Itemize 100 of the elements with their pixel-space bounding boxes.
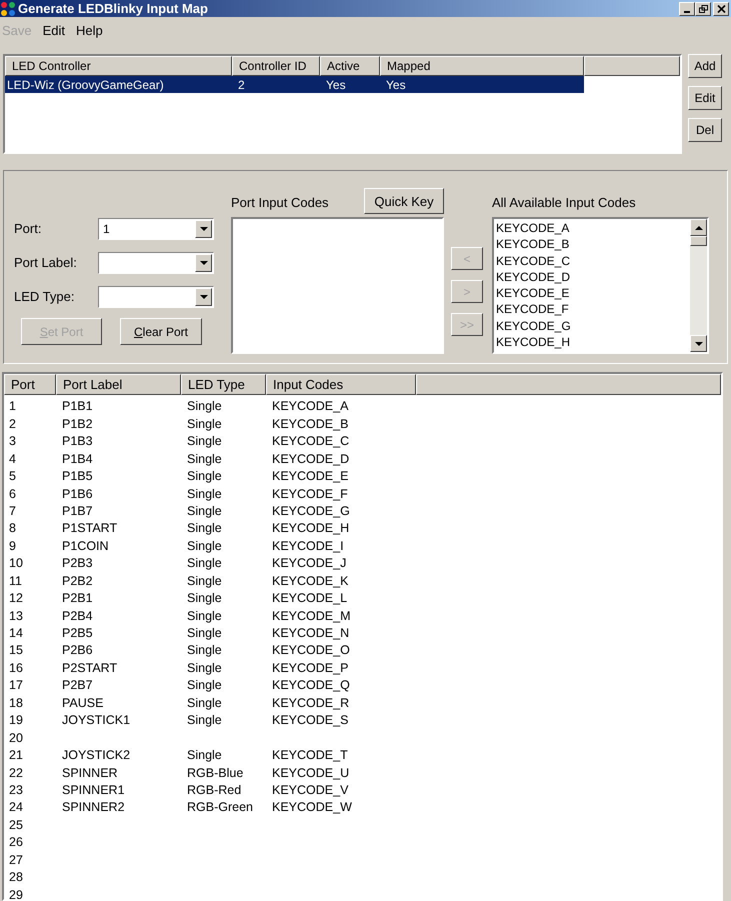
- list-item[interactable]: KEYCODE_C: [496, 252, 690, 269]
- controller-button[interactable]: Del: [688, 118, 722, 142]
- port-label-field[interactable]: [98, 252, 214, 274]
- table-cell-text: Single: [186, 502, 223, 520]
- table-cell-text: P2B7: [61, 677, 94, 694]
- table-cell-text: 3: [8, 433, 17, 450]
- table-cell-text: SPINNER1: [61, 782, 126, 799]
- led-type-field[interactable]: [98, 286, 214, 308]
- table-cell-text: 24: [8, 799, 24, 816]
- clear-port-button[interactable]: Clear Port: [120, 318, 202, 345]
- table-cell-text: P1B6: [61, 486, 94, 503]
- menu-item[interactable]: Edit: [42, 21, 66, 41]
- table-cell-text: JOYSTICK1: [61, 712, 132, 730]
- table-cell-text: 10: [8, 555, 24, 572]
- table-cell-text: KEYCODE_I: [271, 538, 345, 555]
- table-cell-text: P2B3: [61, 555, 94, 572]
- table-cell-text: Yes: [385, 76, 407, 94]
- scroll-down-icon[interactable]: [690, 335, 707, 352]
- list-item[interactable]: KEYCODE_G: [496, 318, 690, 334]
- table-cell-text: SPINNER: [61, 764, 119, 782]
- table-cell-text: P1B1: [61, 398, 94, 416]
- table-cell-text: KEYCODE_F: [271, 486, 349, 503]
- table-cell-text: KEYCODE_H: [271, 520, 350, 538]
- table-cell-text: Single: [186, 712, 223, 730]
- list-item[interactable]: KEYCODE_F: [496, 301, 690, 318]
- table-cell-text: KEYCODE_G: [271, 502, 351, 520]
- table-cell-text: JOYSTICK2: [61, 747, 132, 764]
- table-cell-text: 4: [8, 450, 17, 468]
- table-cell-text: P2B1: [61, 590, 94, 608]
- table-cell-text: Single: [186, 555, 223, 572]
- table-cell-text: 9: [8, 538, 17, 555]
- table-cell-text: Single: [186, 450, 223, 468]
- table-cell-text: Yes: [325, 76, 347, 94]
- table-cell-text: KEYCODE_P: [271, 660, 350, 677]
- column-header[interactable]: LED Controller: [5, 56, 232, 76]
- table-cell-text: PAUSE: [61, 694, 104, 712]
- table-cell-text: Single: [186, 660, 223, 677]
- table-cell-text: 6: [8, 486, 17, 503]
- table-cell-text: 18: [8, 694, 24, 712]
- restore-button[interactable]: [695, 2, 711, 16]
- list-item[interactable]: KEYCODE_E: [496, 285, 690, 302]
- available-codes-list[interactable]: KEYCODE_A KEYCODE_B KEYCODE_C KEYCODE_D KEYCODE_E KEYCODE_F KEYCODE_G KEYCODE_H: [492, 217, 709, 354]
- table-cell-text: 25: [8, 816, 24, 834]
- column-header[interactable]: Port: [4, 374, 56, 395]
- minimize-button[interactable]: [679, 2, 695, 16]
- table-cell-text: KEYCODE_B: [271, 416, 350, 433]
- scroll-up-icon[interactable]: [690, 219, 707, 236]
- table-cell-text: KEYCODE_U: [271, 764, 350, 782]
- controller-row[interactable]: LED-Wiz (GroovyGameGear) 2 Yes Yes: [5, 76, 584, 93]
- table-cell-text: KEYCODE_W: [271, 799, 353, 816]
- controller-button[interactable]: Add: [688, 54, 722, 78]
- field-label: Port:: [14, 220, 42, 238]
- list-item[interactable]: KEYCODE_A: [496, 220, 690, 236]
- table-cell-text: 27: [8, 852, 24, 869]
- app-icon: [0, 0, 16, 16]
- table-cell-text: Single: [186, 486, 223, 503]
- controller-button[interactable]: Edit: [688, 86, 722, 110]
- port-field[interactable]: 1: [98, 218, 214, 240]
- table-cell-text: RGB-Blue: [186, 764, 244, 782]
- table-cell-text: KEYCODE_E: [271, 468, 350, 486]
- table-cell-text: KEYCODE_L: [271, 590, 348, 608]
- column-header[interactable]: Mapped: [380, 56, 584, 76]
- table-cell-text: 28: [8, 869, 24, 886]
- list-item[interactable]: KEYCODE_D: [496, 268, 690, 286]
- quick-key-button[interactable]: Quick Key: [364, 188, 444, 214]
- menu-item[interactable]: Help: [76, 21, 103, 41]
- table-cell-text: P2B6: [61, 642, 94, 660]
- table-cell-text: KEYCODE_T: [271, 747, 349, 764]
- column-header[interactable]: Controller ID: [232, 56, 320, 76]
- table-cell-text: KEYCODE_J: [271, 555, 348, 572]
- table-cell-text: 11: [8, 572, 23, 590]
- table-cell-text: Single: [186, 747, 223, 764]
- table-cell-text: Single: [186, 642, 223, 660]
- table-cell-text: Single: [186, 590, 223, 608]
- list-item[interactable]: KEYCODE_B: [496, 236, 690, 253]
- table-cell-text: Single: [186, 625, 223, 642]
- table-cell-text: KEYCODE_C: [271, 433, 350, 450]
- table-cell-text: Single: [186, 677, 223, 694]
- port-input-codes-list[interactable]: [231, 217, 444, 354]
- scroll-thumb[interactable]: [690, 236, 707, 246]
- column-header[interactable]: Input Codes: [266, 374, 416, 395]
- table-cell-text: P1B2: [61, 416, 94, 433]
- table-cell-text: KEYCODE_D: [271, 450, 350, 468]
- table-cell-text: 2: [8, 416, 17, 433]
- table-cell-text: RGB-Red: [186, 782, 242, 799]
- table-cell-text: 1: [8, 398, 17, 416]
- close-button[interactable]: [713, 2, 729, 16]
- table-cell-text: 21: [8, 747, 24, 764]
- restore-icon: [698, 4, 708, 12]
- column-header[interactable]: LED Type: [181, 374, 266, 395]
- column-header[interactable]: Port Label: [56, 374, 181, 395]
- scrollbar[interactable]: [690, 219, 707, 352]
- column-header[interactable]: Active: [320, 56, 380, 76]
- table-cell-text: Single: [186, 538, 223, 555]
- table-cell-text: 23: [8, 782, 24, 799]
- table-cell-text: P1B5: [61, 468, 94, 486]
- table-cell-text: Single: [186, 694, 223, 712]
- table-cell-text: Single: [186, 572, 223, 590]
- list-item[interactable]: KEYCODE_H: [496, 334, 690, 350]
- table-cell-text: KEYCODE_Q: [271, 677, 351, 694]
